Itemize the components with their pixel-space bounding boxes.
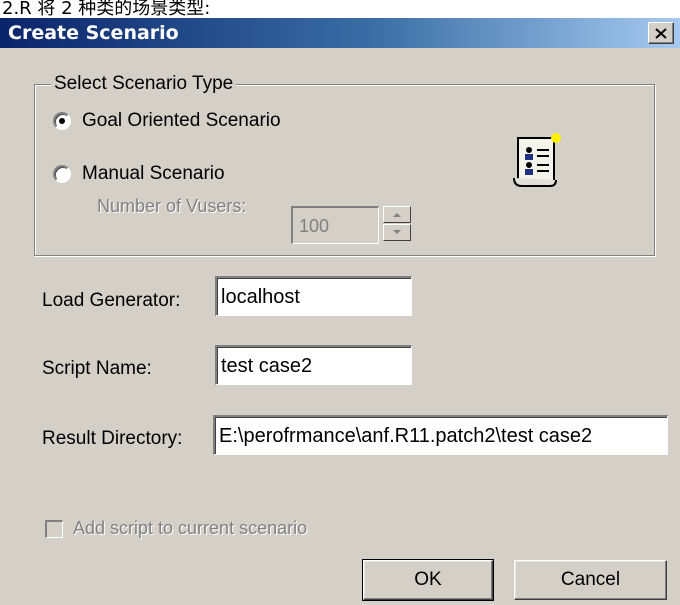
title-bar[interactable]: Create Scenario — [0, 18, 680, 48]
add-script-option[interactable]: Add script to current scenario — [45, 518, 307, 539]
caption-text: 2.R 将 2 种类的场景类型: — [2, 0, 211, 18]
goal-oriented-label: Goal Oriented Scenario — [82, 110, 281, 131]
arrow-down-icon — [393, 230, 401, 234]
create-scenario-dialog: Create Scenario Select Scenario Type Goa… — [0, 18, 680, 605]
arrow-up-icon — [393, 213, 401, 217]
goal-oriented-radio[interactable] — [53, 112, 71, 130]
vusers-spin-up[interactable] — [383, 206, 411, 223]
manual-scenario-option[interactable]: Manual Scenario — [53, 163, 225, 185]
result-directory-label: Result Directory: — [42, 428, 183, 449]
manual-scenario-label: Manual Scenario — [82, 163, 225, 184]
manual-scenario-radio[interactable] — [53, 165, 71, 183]
close-icon — [655, 27, 667, 39]
add-script-checkbox[interactable] — [45, 519, 63, 538]
vusers-input[interactable]: 100 — [291, 206, 379, 244]
load-generator-field[interactable]: localhost — [215, 276, 412, 316]
script-name-field[interactable]: test case2 — [215, 345, 412, 385]
close-button[interactable] — [648, 22, 674, 44]
group-legend: Select Scenario Type — [51, 73, 237, 95]
cancel-button[interactable]: Cancel — [514, 560, 667, 600]
scenario-scroll-icon — [513, 133, 561, 187]
dialog-title: Create Scenario — [8, 22, 179, 44]
add-script-label: Add script to current scenario — [73, 518, 308, 538]
vusers-label: Number of Vusers: — [97, 196, 247, 216]
goal-oriented-option[interactable]: Goal Oriented Scenario — [53, 110, 281, 132]
load-generator-label: Load Generator: — [42, 290, 181, 311]
caption-strip: 2.R 将 2 种类的场景类型: — [0, 0, 680, 18]
result-directory-field[interactable]: E:\perofrmance\anf.R11.patch2\test case2 — [213, 415, 668, 455]
ok-button[interactable]: OK — [362, 559, 494, 601]
vusers-spin-down[interactable] — [383, 224, 411, 241]
script-name-label: Script Name: — [42, 358, 152, 379]
